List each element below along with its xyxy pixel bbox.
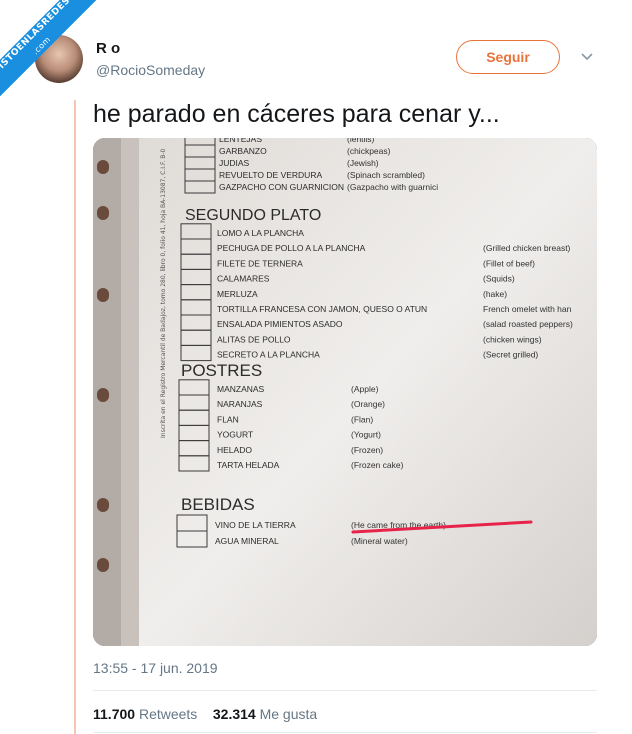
retweets-count[interactable]: 11.700 [93,706,135,722]
menu-item-es: YOGURT [217,430,253,440]
section-title-segundo: SEGUNDO PLATO [185,207,321,224]
menu-item-es: NARANJAS [217,399,263,409]
menu-item-es: CALAMARES [217,274,270,284]
retweets-label[interactable]: Retweets [139,706,197,722]
menu-item-en: (Secret grilled) [483,350,538,360]
tweet-timestamp[interactable]: 13:55 - 17 jun. 2019 [93,660,218,676]
menu-item-es: MERLUZA [217,289,258,299]
binder-hole [97,388,109,402]
user-handle[interactable]: @RocioSomeday [96,62,205,78]
menu-item-en: (Apple) [351,384,379,394]
likes-count[interactable]: 32.314 [213,706,256,722]
tweet-stats: 11.700 Retweets 32.314 Me gusta [93,706,317,722]
menu-item-es: FLAN [217,414,239,424]
binder-hole [97,558,109,572]
menu-item-en: (Frozen) [351,445,383,455]
menu-item-es: TARTA HELADA [217,460,280,470]
menu-item-es: GAZPACHO CON GUARNICION [219,182,344,192]
menu-item-en: (Grilled chicken breast) [483,243,571,253]
section-title-bebidas: BEBIDAS [181,495,255,514]
likes-label[interactable]: Me gusta [260,706,318,722]
menu-item-en: French omelet with han [483,304,572,314]
menu-item-es: VINO DE LA TIERRA [215,520,296,530]
binder-hole [97,288,109,302]
user-name[interactable]: R o [96,40,120,57]
divider [93,732,597,733]
chevron-down-icon[interactable] [578,48,596,66]
menu-item-en: (Squids) [483,274,515,284]
binder-hole [97,498,109,512]
menu-item-es: ALITAS DE POLLO [217,334,291,344]
menu-item-en: (Gazpacho with guarnici [347,182,438,192]
tweet-photo[interactable]: Inscrita en el Registro Mercantil de Bad… [93,138,597,646]
menu-photo: Inscrita en el Registro Mercantil de Bad… [93,138,597,646]
menu-item-es: HELADO [217,445,252,455]
menu-item-es: AGUA MINERAL [215,536,279,546]
menu-item-en: (Mineral water) [351,536,408,546]
follow-button[interactable]: Seguir [456,40,560,74]
menu-item-en: (Fillet of beef) [483,258,535,268]
menu-item-es: GARBANZO [219,146,267,156]
divider [93,690,597,691]
menu-item-en: (chickpeas) [347,146,391,156]
menu-item-en: (Orange) [351,399,385,409]
menu-item-en: (Spinach scrambled) [347,170,425,180]
menu-item-en: (Frozen cake) [351,460,404,470]
menu-item-en: (lentils) [347,138,375,144]
thread-line [74,100,76,734]
menu-item-es: ENSALADA PIMIENTOS ASADO [217,319,343,329]
menu-item-es: REVUELTO DE VERDURA [219,170,322,180]
menu-item-en: (Flan) [351,414,373,424]
menu-item-en: (chicken wings) [483,334,542,344]
menu-item-es: FILETE DE TERNERA [217,258,303,268]
side-registry-text: Inscrita en el Registro Mercantil de Bad… [160,148,167,438]
section-title-postres: POSTRES [181,361,262,380]
menu-item-es: SECRETO A LA PLANCHA [217,350,320,360]
menu-item-es: MANZANAS [217,384,265,394]
menu-item-en: (hake) [483,289,507,299]
binder-hole [97,206,109,220]
menu-item-es: PECHUGA DE POLLO A LA PLANCHA [217,243,366,253]
tweet-text: he parado en cáceres para cenar y... [93,100,500,128]
menu-item-en: (salad roasted peppers) [483,319,573,329]
menu-item-es: LOMO A LA PLANCHA [217,228,304,238]
menu-item-es: JUDIAS [219,158,250,168]
menu-item-es: TORTILLA FRANCESA CON JAMON, QUESO O ATU… [217,304,427,314]
menu-item-en: (Yogurt) [351,430,381,440]
binder-hole [97,160,109,174]
menu-item-en: (Jewish) [347,158,379,168]
menu-item-es: LENTEJAS [219,138,262,144]
